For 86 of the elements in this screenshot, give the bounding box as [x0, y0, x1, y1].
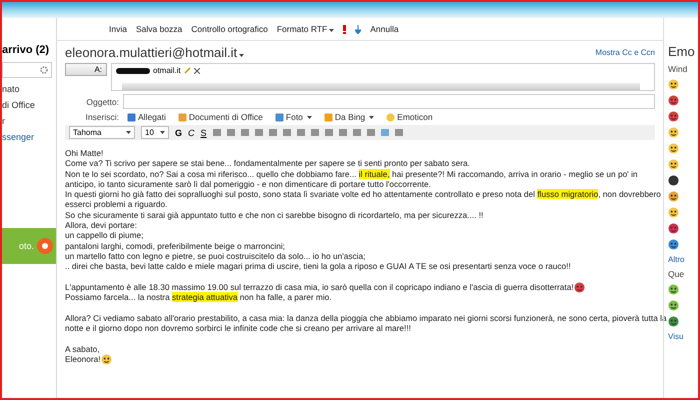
more-link[interactable]: Altro: [668, 255, 698, 264]
recipient-address: otmail.it: [153, 66, 181, 75]
emoticon-icon[interactable]: [668, 127, 679, 138]
sidebar-item[interactable]: ssenger: [2, 132, 56, 142]
grin-emoticon-icon[interactable]: [100, 354, 112, 365]
body-text: A sabato,: [65, 344, 100, 354]
emoticon-icon[interactable]: [668, 143, 679, 154]
format-button[interactable]: C: [188, 128, 195, 138]
font-select[interactable]: Tahoma: [69, 126, 135, 139]
toolbar-button[interactable]: Controllo ortografico: [191, 24, 268, 34]
emoticon-icon[interactable]: [668, 111, 679, 122]
body-text: un martello fatto con legno e pietre, se puoi costruiscitelo da solo... io ho un'ascia;: [65, 250, 366, 262]
to-button[interactable]: A:: [65, 63, 107, 76]
redaction-mark: [116, 68, 150, 74]
body-text: , non dovrebbero: [598, 189, 661, 200]
toolbar-button[interactable]: Invia: [109, 24, 127, 34]
body-text: non ha falle, a parer mio.: [238, 292, 332, 302]
view-link[interactable]: Visu: [668, 332, 698, 341]
body-text: Ohi Matte!: [65, 148, 104, 158]
body-text: Eleonora!: [65, 354, 101, 364]
section-title: Wind: [668, 64, 688, 74]
insert-button[interactable]: Foto: [270, 112, 316, 122]
folder-title[interactable]: arrivo (2): [2, 44, 56, 56]
caret-icon: [306, 116, 312, 118]
search-field[interactable]: [2, 62, 52, 78]
section-title: Que: [668, 269, 686, 279]
toolbar-button[interactable]: Salva bozza: [136, 24, 182, 34]
recipient-field[interactable]: otmail.it: [111, 63, 655, 91]
sidebar-item[interactable]: nato: [2, 84, 56, 94]
body-text: hai presente?! Mi raccomando, arriva in orario - meglio se un po' in: [390, 168, 638, 179]
insert-button[interactable]: Allegati: [123, 112, 170, 122]
highlighted-text: strategia attuativa: [172, 292, 238, 302]
insert-button[interactable]: Emoticon: [382, 112, 437, 122]
sidebar-item[interactable]: r: [2, 116, 56, 126]
exclamation-icon[interactable]: [343, 24, 346, 34]
emoticon-icon[interactable]: [668, 95, 679, 106]
emoticon-icon[interactable]: [668, 175, 679, 186]
panel-title: Emo: [668, 44, 696, 59]
body-text: Come va? Ti scrivo per sapere se stai bene... fondamentalmente per sapere se ti senti pronto per sabato sera.: [65, 158, 470, 169]
body-text: .. direi che basta, bevi latte caldo e miele magari prima di uscire, tieni la gola a riposo e GUAI A TE se osi presentarti senza voce o rauco!!: [65, 261, 571, 272]
format-menu[interactable]: Formato RTF: [276, 24, 334, 34]
body-text: esserci problemi a riguardo.: [65, 199, 168, 210]
subject-field[interactable]: [123, 94, 655, 109]
body-text: pantaloni larghi, comodi, preferibilmente beige o marroncini;: [65, 240, 285, 251]
insert-button[interactable]: Documenti di Office: [174, 112, 267, 122]
body-text: Possiamo farcela... la nostra: [65, 292, 171, 302]
caret-icon: [329, 29, 334, 32]
caret-icon: [239, 54, 244, 57]
pencil-icon[interactable]: [184, 67, 191, 74]
emoticon-icon[interactable]: [668, 300, 679, 311]
body-text: So che sicuramente ti sarai già appuntato tutto e che non ci sarebbe bisogno di ricordartelo, ma per sicurezza.... !!: [65, 210, 484, 220]
body-text: L'appuntamento è alle 18.30 massimo 19.00 sul terrazzo di casa mia, io sarò quella con il copricapo indiano e l'ascia di guerra disotterrata!: [65, 282, 574, 292]
caret-icon: [160, 131, 165, 134]
body-text: In questi giorni ho già fatto dei sopralluoghi sul posto, sono stata lì svariate volte ed ho attentamente controllato e preso nota del: [65, 189, 536, 200]
body-text: un cappello di piume;: [65, 230, 144, 241]
caret-icon: [126, 131, 131, 134]
format-button[interactable]: S: [200, 128, 207, 138]
toolbar-button[interactable]: Annulla: [370, 24, 399, 34]
emoticon-icon[interactable]: [668, 316, 679, 327]
from-account[interactable]: eleonora.mulattieri@hotmail.it: [65, 45, 244, 60]
emoticon-icon[interactable]: [668, 239, 679, 250]
scrollbar[interactable]: [122, 83, 640, 90]
size-select[interactable]: 10: [141, 126, 169, 139]
body-text: Non te lo sei scordato, no? Sai a cosa mi riferisco... quello che dobbiamo fare...: [65, 168, 358, 179]
insert-label: Inserisci:: [84, 112, 119, 122]
format-button[interactable]: G: [175, 128, 182, 138]
down-arrow-icon[interactable]: [355, 24, 362, 34]
close-icon[interactable]: [194, 68, 200, 74]
emoticon-icon[interactable]: [668, 159, 679, 170]
body-text: Allora, devi portare:: [65, 220, 137, 230]
settings-icon[interactable]: [40, 66, 48, 74]
caret-icon: [369, 116, 374, 118]
highlighted-text: flusso migratorio: [537, 189, 598, 200]
highlighted-text: il rituale,: [358, 168, 390, 179]
emoticon-icon[interactable]: [668, 223, 679, 234]
sidebar-item[interactable]: di Office: [2, 100, 56, 110]
body-text: notte e il giorno dopo non dovremo sorbirci le infinite code che si creano per arrivare al mare!!!: [65, 323, 411, 334]
emoticon-icon[interactable]: [668, 79, 679, 90]
show-cc-link[interactable]: Mostra Cc e Ccn: [595, 48, 655, 57]
body-text: anticipo, io tanto sicuramente sarò lì dal pomeriggio - e non dimenticare di portare tutto l'occorrente.: [65, 178, 431, 190]
emoticon-icon[interactable]: [668, 207, 679, 218]
ad-text: oto.: [18, 241, 34, 251]
emoticon-icon[interactable]: [668, 191, 679, 202]
subject-label: Oggetto:: [85, 96, 119, 106]
insert-button[interactable]: Da Bing: [320, 112, 378, 122]
emoticon-icon[interactable]: [668, 284, 679, 295]
